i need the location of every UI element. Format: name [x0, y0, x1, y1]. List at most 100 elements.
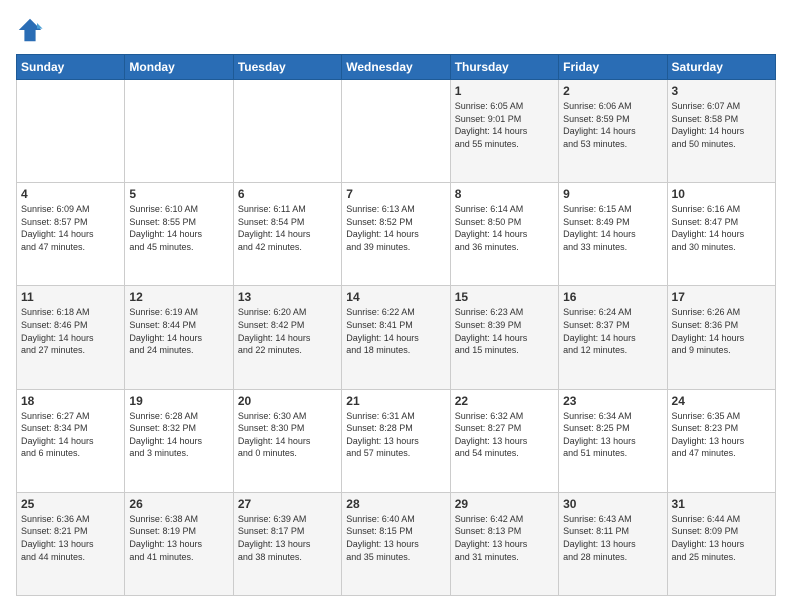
- header: [16, 16, 776, 44]
- day-info: Sunrise: 6:30 AM Sunset: 8:30 PM Dayligh…: [238, 410, 337, 460]
- day-cell: [233, 80, 341, 183]
- weekday-header-friday: Friday: [559, 55, 667, 80]
- day-number: 14: [346, 290, 445, 304]
- day-cell: 13 Sunrise: 6:20 AM Sunset: 8:42 PM Dayli…: [233, 286, 341, 389]
- day-cell: 29 Sunrise: 6:42 AM Sunset: 8:13 PM Dayli…: [450, 492, 558, 595]
- day-number: 9: [563, 187, 662, 201]
- day-cell: 17 Sunrise: 6:26 AM Sunset: 8:36 PM Dayli…: [667, 286, 775, 389]
- day-cell: [125, 80, 233, 183]
- day-number: 27: [238, 497, 337, 511]
- weekday-header-thursday: Thursday: [450, 55, 558, 80]
- weekday-header-sunday: Sunday: [17, 55, 125, 80]
- logo-icon: [16, 16, 44, 44]
- day-info: Sunrise: 6:35 AM Sunset: 8:23 PM Dayligh…: [672, 410, 771, 460]
- day-cell: 10 Sunrise: 6:16 AM Sunset: 8:47 PM Dayli…: [667, 183, 775, 286]
- week-row-1: 1 Sunrise: 6:05 AM Sunset: 9:01 PM Daylig…: [17, 80, 776, 183]
- day-cell: 22 Sunrise: 6:32 AM Sunset: 8:27 PM Dayli…: [450, 389, 558, 492]
- day-cell: 24 Sunrise: 6:35 AM Sunset: 8:23 PM Dayli…: [667, 389, 775, 492]
- day-info: Sunrise: 6:18 AM Sunset: 8:46 PM Dayligh…: [21, 306, 120, 356]
- day-info: Sunrise: 6:07 AM Sunset: 8:58 PM Dayligh…: [672, 100, 771, 150]
- day-cell: 20 Sunrise: 6:30 AM Sunset: 8:30 PM Dayli…: [233, 389, 341, 492]
- day-cell: 18 Sunrise: 6:27 AM Sunset: 8:34 PM Dayli…: [17, 389, 125, 492]
- day-info: Sunrise: 6:22 AM Sunset: 8:41 PM Dayligh…: [346, 306, 445, 356]
- day-info: Sunrise: 6:10 AM Sunset: 8:55 PM Dayligh…: [129, 203, 228, 253]
- day-number: 30: [563, 497, 662, 511]
- day-number: 12: [129, 290, 228, 304]
- day-cell: 11 Sunrise: 6:18 AM Sunset: 8:46 PM Dayli…: [17, 286, 125, 389]
- day-info: Sunrise: 6:05 AM Sunset: 9:01 PM Dayligh…: [455, 100, 554, 150]
- day-number: 21: [346, 394, 445, 408]
- day-info: Sunrise: 6:43 AM Sunset: 8:11 PM Dayligh…: [563, 513, 662, 563]
- day-number: 13: [238, 290, 337, 304]
- page: SundayMondayTuesdayWednesdayThursdayFrid…: [0, 0, 792, 612]
- day-number: 15: [455, 290, 554, 304]
- day-number: 16: [563, 290, 662, 304]
- day-cell: 23Sunrise: 6:34 AM Sunset: 8:25 PM Dayli…: [559, 389, 667, 492]
- day-info: Sunrise: 6:44 AM Sunset: 8:09 PM Dayligh…: [672, 513, 771, 563]
- day-cell: 16 Sunrise: 6:24 AM Sunset: 8:37 PM Dayli…: [559, 286, 667, 389]
- day-info: Sunrise: 6:16 AM Sunset: 8:47 PM Dayligh…: [672, 203, 771, 253]
- day-cell: [17, 80, 125, 183]
- day-cell: 15 Sunrise: 6:23 AM Sunset: 8:39 PM Dayli…: [450, 286, 558, 389]
- day-info: Sunrise: 6:13 AM Sunset: 8:52 PM Dayligh…: [346, 203, 445, 253]
- day-number: 17: [672, 290, 771, 304]
- day-number: 11: [21, 290, 120, 304]
- day-number: 18: [21, 394, 120, 408]
- day-info: Sunrise: 6:38 AM Sunset: 8:19 PM Dayligh…: [129, 513, 228, 563]
- day-info: Sunrise: 6:19 AM Sunset: 8:44 PM Dayligh…: [129, 306, 228, 356]
- day-info: Sunrise: 6:26 AM Sunset: 8:36 PM Dayligh…: [672, 306, 771, 356]
- day-cell: 31 Sunrise: 6:44 AM Sunset: 8:09 PM Dayli…: [667, 492, 775, 595]
- day-number: 20: [238, 394, 337, 408]
- day-number: 29: [455, 497, 554, 511]
- day-info: Sunrise: 6:20 AM Sunset: 8:42 PM Dayligh…: [238, 306, 337, 356]
- day-number: 26: [129, 497, 228, 511]
- day-cell: 30 Sunrise: 6:43 AM Sunset: 8:11 PM Dayli…: [559, 492, 667, 595]
- day-info: Sunrise: 6:27 AM Sunset: 8:34 PM Dayligh…: [21, 410, 120, 460]
- day-cell: 7 Sunrise: 6:13 AM Sunset: 8:52 PM Daylig…: [342, 183, 450, 286]
- day-number: 31: [672, 497, 771, 511]
- day-info: Sunrise: 6:40 AM Sunset: 8:15 PM Dayligh…: [346, 513, 445, 563]
- day-number: 8: [455, 187, 554, 201]
- day-number: 6: [238, 187, 337, 201]
- day-cell: 25 Sunrise: 6:36 AM Sunset: 8:21 PM Dayli…: [17, 492, 125, 595]
- day-info: Sunrise: 6:11 AM Sunset: 8:54 PM Dayligh…: [238, 203, 337, 253]
- day-cell: 19Sunrise: 6:28 AM Sunset: 8:32 PM Dayli…: [125, 389, 233, 492]
- day-number: 28: [346, 497, 445, 511]
- day-cell: 8 Sunrise: 6:14 AM Sunset: 8:50 PM Daylig…: [450, 183, 558, 286]
- day-cell: 2Sunrise: 6:06 AM Sunset: 8:59 PM Daylig…: [559, 80, 667, 183]
- day-number: 5: [129, 187, 228, 201]
- day-info: Sunrise: 6:23 AM Sunset: 8:39 PM Dayligh…: [455, 306, 554, 356]
- day-number: 7: [346, 187, 445, 201]
- day-info: Sunrise: 6:32 AM Sunset: 8:27 PM Dayligh…: [455, 410, 554, 460]
- day-info: Sunrise: 6:39 AM Sunset: 8:17 PM Dayligh…: [238, 513, 337, 563]
- day-cell: 6 Sunrise: 6:11 AM Sunset: 8:54 PM Daylig…: [233, 183, 341, 286]
- day-number: 22: [455, 394, 554, 408]
- day-cell: 27 Sunrise: 6:39 AM Sunset: 8:17 PM Dayli…: [233, 492, 341, 595]
- week-row-4: 18 Sunrise: 6:27 AM Sunset: 8:34 PM Dayli…: [17, 389, 776, 492]
- day-info: Sunrise: 6:36 AM Sunset: 8:21 PM Dayligh…: [21, 513, 120, 563]
- day-cell: 4 Sunrise: 6:09 AM Sunset: 8:57 PM Daylig…: [17, 183, 125, 286]
- day-info: Sunrise: 6:09 AM Sunset: 8:57 PM Dayligh…: [21, 203, 120, 253]
- day-info: Sunrise: 6:42 AM Sunset: 8:13 PM Dayligh…: [455, 513, 554, 563]
- day-cell: 21 Sunrise: 6:31 AM Sunset: 8:28 PM Dayli…: [342, 389, 450, 492]
- weekday-header-wednesday: Wednesday: [342, 55, 450, 80]
- day-cell: 26 Sunrise: 6:38 AM Sunset: 8:19 PM Dayli…: [125, 492, 233, 595]
- day-number: 24: [672, 394, 771, 408]
- day-info: Sunrise: 6:31 AM Sunset: 8:28 PM Dayligh…: [346, 410, 445, 460]
- day-cell: 14 Sunrise: 6:22 AM Sunset: 8:41 PM Dayli…: [342, 286, 450, 389]
- day-number: 25: [21, 497, 120, 511]
- day-number: 1: [455, 84, 554, 98]
- calendar-header-row: SundayMondayTuesdayWednesdayThursdayFrid…: [17, 55, 776, 80]
- day-number: 4: [21, 187, 120, 201]
- calendar-table: SundayMondayTuesdayWednesdayThursdayFrid…: [16, 54, 776, 596]
- day-info: Sunrise: 6:14 AM Sunset: 8:50 PM Dayligh…: [455, 203, 554, 253]
- day-number: 2: [563, 84, 662, 98]
- day-number: 10: [672, 187, 771, 201]
- day-info: Sunrise: 6:24 AM Sunset: 8:37 PM Dayligh…: [563, 306, 662, 356]
- day-cell: [342, 80, 450, 183]
- day-cell: 5 Sunrise: 6:10 AM Sunset: 8:55 PM Daylig…: [125, 183, 233, 286]
- day-number: 23: [563, 394, 662, 408]
- weekday-header-monday: Monday: [125, 55, 233, 80]
- day-number: 19: [129, 394, 228, 408]
- weekday-header-saturday: Saturday: [667, 55, 775, 80]
